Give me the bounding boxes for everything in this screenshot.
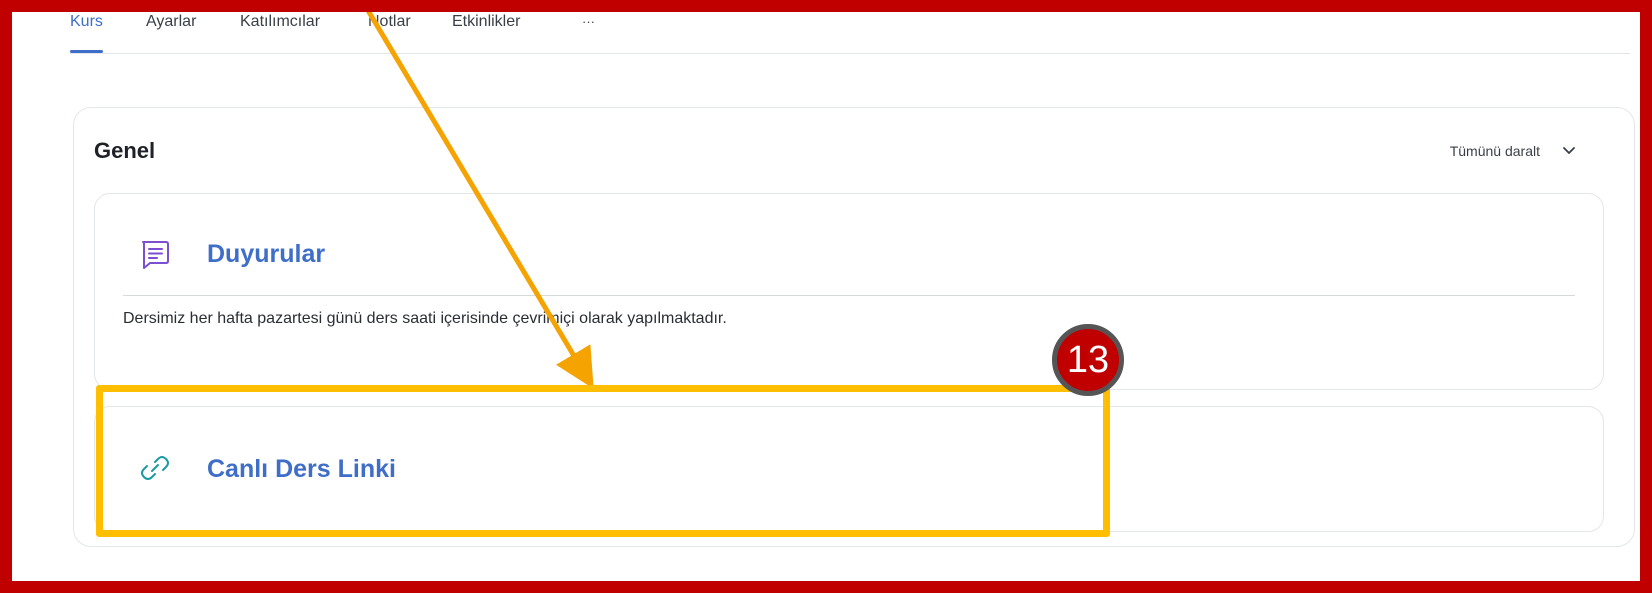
collapse-all-label: Tümünü daralt: [1449, 143, 1540, 159]
activity-card-announcements: Duyurular Dersimiz her hafta pazartesi g…: [94, 193, 1604, 390]
tab-settings[interactable]: Ayarlar: [146, 12, 196, 53]
activity-link-announcements[interactable]: Duyurular: [207, 240, 325, 269]
chevron-down-icon: [1562, 146, 1576, 156]
forum-icon: [138, 238, 172, 272]
annotation-frame: Kurs Ayarlar Katılımcılar Notlar Etkinli…: [0, 0, 1652, 593]
section-title: Genel: [94, 138, 156, 163]
tab-activities[interactable]: Etkinlikler: [452, 12, 520, 53]
step-number-badge: 13: [1052, 324, 1124, 396]
tab-more[interactable]: ···: [582, 12, 595, 53]
tab-grades[interactable]: Notlar: [368, 12, 411, 53]
course-tabs: Kurs Ayarlar Katılımcılar Notlar Etkinli…: [70, 12, 1630, 54]
tab-participants[interactable]: Katılımcılar: [240, 12, 320, 53]
course-page: Kurs Ayarlar Katılımcılar Notlar Etkinli…: [12, 12, 1640, 581]
divider: [123, 295, 1575, 296]
highlight-box: [96, 385, 1110, 537]
tab-course[interactable]: Kurs: [70, 12, 103, 53]
activity-description: Dersimiz her hafta pazartesi günü ders s…: [123, 310, 727, 327]
collapse-all-button[interactable]: Tümünü daralt: [1450, 143, 1576, 159]
